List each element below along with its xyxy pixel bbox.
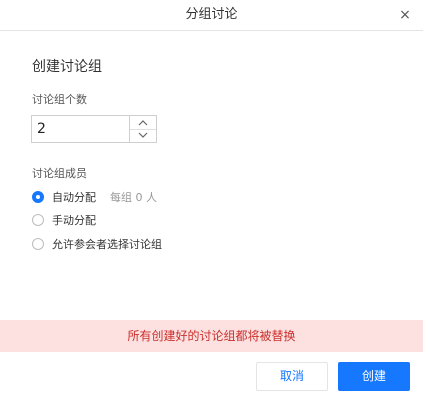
radio-button-checked[interactable] xyxy=(32,191,44,203)
radio-label: 自动分配 xyxy=(52,191,96,204)
members-label: 讨论组成员 xyxy=(32,167,87,180)
close-icon[interactable]: × xyxy=(395,5,415,25)
per-group-count-hint: 每组 0 人 xyxy=(110,191,157,204)
radio-button[interactable] xyxy=(32,214,44,226)
radio-label: 手动分配 xyxy=(52,214,96,227)
decrement-button[interactable] xyxy=(130,129,156,142)
increment-button[interactable] xyxy=(130,116,156,130)
radio-manual-assign[interactable]: 手动分配 xyxy=(32,212,96,228)
section-title: 创建讨论组 xyxy=(32,59,102,75)
dialog-title: 分组讨论 xyxy=(185,7,238,22)
radio-self-select[interactable]: 允许参会者选择讨论组 xyxy=(32,236,162,252)
group-count-label: 讨论组个数 xyxy=(32,93,87,106)
breakout-dialog: 分组讨论 × 创建讨论组 讨论组个数 讨论组成员 自动分配 每组 0 人 手动分… xyxy=(0,0,423,400)
dialog-titlebar: 分组讨论 × xyxy=(0,0,423,31)
radio-label: 允许参会者选择讨论组 xyxy=(52,238,162,251)
group-count-stepper xyxy=(31,115,157,143)
stepper-controls xyxy=(129,116,156,142)
cancel-button[interactable]: 取消 xyxy=(256,362,328,391)
chevron-down-icon xyxy=(138,132,148,138)
chevron-up-icon xyxy=(138,120,148,126)
group-count-input[interactable] xyxy=(32,116,130,142)
warning-banner: 所有创建好的讨论组都将被替换 xyxy=(0,320,423,352)
create-button[interactable]: 创建 xyxy=(338,362,410,391)
radio-auto-assign[interactable]: 自动分配 每组 0 人 xyxy=(32,189,157,205)
radio-button[interactable] xyxy=(32,238,44,250)
